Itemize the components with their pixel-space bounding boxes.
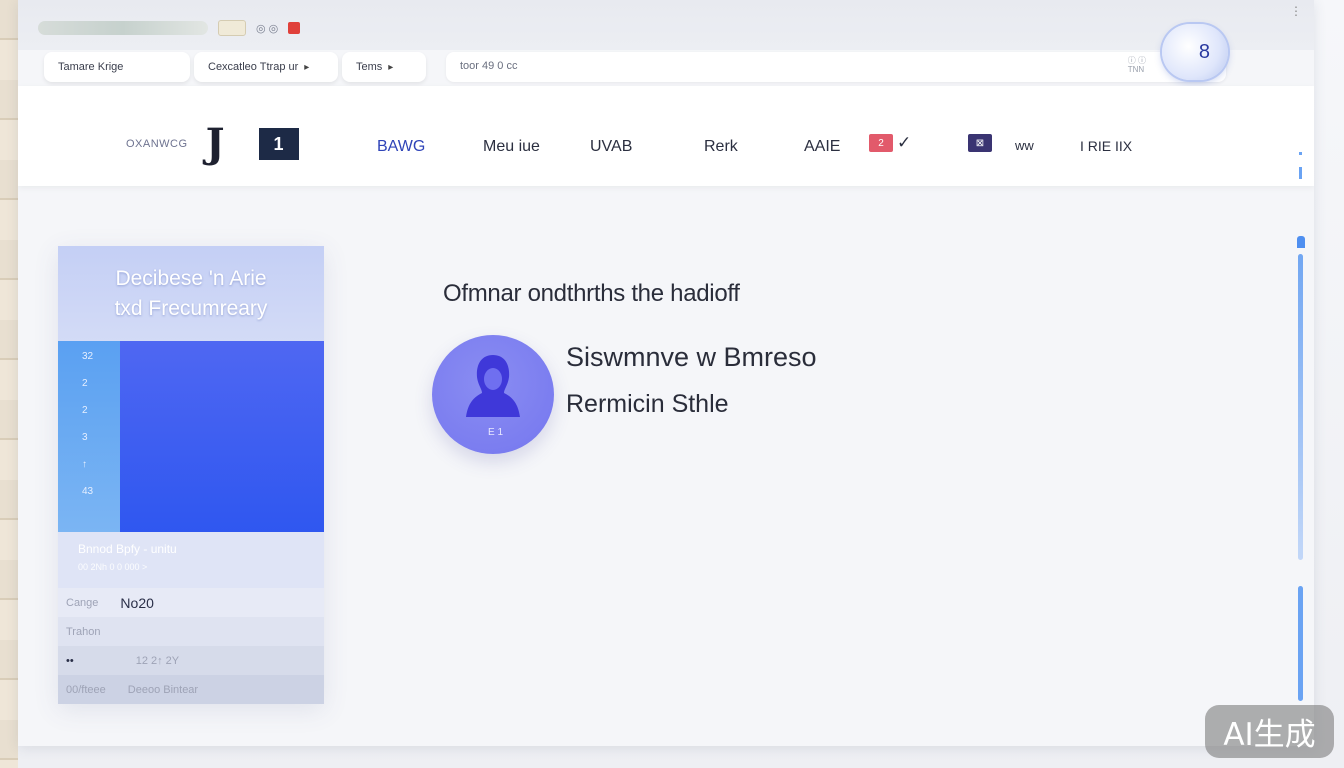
card-title-line2: txd Frecumreary [114, 296, 268, 320]
check-icon[interactable]: ✓ [897, 133, 911, 153]
chevron-right-icon: ▸ [388, 61, 394, 73]
card-row-value: Deeoo Bintear [127, 683, 199, 696]
scrollbar-up-arrow[interactable] [1297, 236, 1305, 248]
chart-tick-label: 43 [82, 486, 94, 497]
nav-item-1[interactable]: BAWG [377, 138, 425, 156]
bookmark-tab-2[interactable]: Cexcatleo Ttrap ur ▸ [194, 52, 338, 82]
card-row-label: Cange [66, 596, 99, 609]
summary-card: Decibese 'n Arie txd Frecumreary 32 2 2 3 ↑ 4… [58, 246, 324, 704]
card-info-subtitle: 00 2Nh 0 0 000 > [78, 562, 148, 572]
card-row[interactable]: •• 12 2↑ 2Y [58, 646, 324, 675]
bookmark-label: Tems [356, 61, 383, 73]
brand-mark: J [205, 120, 225, 167]
url-bar[interactable]: toor 49 0 cc ⓘ ⓘ TNN [446, 52, 1226, 82]
ai-watermark: AI生成 [1205, 705, 1334, 758]
card-chart: 32 2 2 3 ↑ 43 [58, 341, 324, 532]
nav-item-4[interactable]: Rerk [704, 138, 738, 156]
browser-window: ◎ ◎ ⋮ Tamare Krige Cexcatleo Ttrap ur ▸ … [18, 0, 1314, 746]
chart-tick-label: 3 [82, 432, 88, 443]
bookmark-tab-1[interactable]: Tamare Krige [44, 52, 190, 82]
card-info-title: Bnnod Bpfy - unitu [78, 542, 177, 556]
scrollbar-thumb[interactable] [1298, 254, 1303, 560]
card-info: Bnnod Bpfy - unitu 00 2Nh 0 0 000 > [58, 532, 324, 588]
avatar-label: E 1 [488, 427, 504, 438]
tab-chip[interactable] [218, 20, 246, 36]
avatar[interactable]: E 1 [432, 335, 554, 454]
bookmark-tab-3[interactable]: Tems ▸ [342, 52, 426, 82]
card-row-value: 12 2↑ 2Y [135, 654, 180, 667]
scrollbar[interactable] [1297, 236, 1305, 706]
extension-button[interactable]: 8 [1162, 24, 1228, 80]
card-row-label: •• [66, 654, 74, 667]
tab-favicons: ◎ ◎ [38, 20, 301, 36]
scrollbar-thumb-secondary[interactable] [1298, 586, 1303, 701]
address-row: Tamare Krige Cexcatleo Ttrap ur ▸ Tems ▸… [18, 50, 1314, 86]
brand-logo[interactable]: OXANWCG J 1 [126, 124, 299, 164]
chart-tick-label: ↑ [82, 459, 87, 470]
person-role: Rermicin Sthle [566, 390, 729, 418]
chevron-right-icon: ▸ [304, 61, 310, 73]
card-header: Decibese 'n Arie txd Frecumreary [58, 246, 324, 341]
brand-name: OXANWCG [126, 138, 188, 150]
person-icon [466, 355, 520, 417]
nav-flag-icon[interactable]: ⊠ [968, 134, 992, 152]
card-row-label: Trahon [66, 625, 101, 638]
site-header: OXANWCG J 1 BAWG Meu iue UVAB Rerk AAIE … [18, 86, 1314, 186]
nav-item-5[interactable]: AAIE [804, 138, 840, 156]
tab-title-blur[interactable] [38, 21, 208, 35]
card-row-label: 00/fteee [66, 683, 106, 696]
red-tab-icon[interactable] [288, 22, 301, 34]
chart-tick-label: 2 [82, 405, 88, 416]
nav-item-7[interactable]: I RIE IIX [1080, 138, 1132, 154]
window-menu-icon[interactable]: ⋮ [1290, 4, 1302, 18]
card-row[interactable]: Trahon [58, 617, 324, 646]
url-hint-line: ⓘ ⓘ [1127, 56, 1146, 65]
person-name: Siswmnve w Bmreso [566, 342, 817, 372]
url-hint-line: TNN [1127, 65, 1145, 74]
card-title-line1: Decibese 'n Arie [115, 266, 267, 290]
extension-badge: 8 [1198, 40, 1210, 63]
url-hint: ⓘ ⓘ TNN [1128, 56, 1146, 74]
nav-badge-icon[interactable]: 2 [869, 134, 893, 152]
card-row[interactable]: 00/fteee Deeoo Bintear [58, 675, 324, 704]
card-row-value: No20 [120, 594, 154, 611]
brand-box-icon: 1 [258, 128, 299, 160]
tab-favicon-text: ◎ ◎ [256, 22, 279, 35]
chart-tick-label: 2 [82, 378, 88, 389]
bookmark-label: Tamare Krige [58, 61, 124, 73]
chart-plot [120, 341, 324, 532]
bookmark-label: Cexcatleo Ttrap ur [208, 61, 299, 73]
tab-strip: ◎ ◎ ⋮ [18, 0, 1314, 50]
nav-item-6[interactable]: ww [1015, 138, 1034, 153]
card-row[interactable]: Cange No20 [58, 588, 324, 617]
chart-y-axis: 32 2 2 3 ↑ 43 [58, 341, 120, 532]
nav-item-3[interactable]: UVAB [590, 138, 632, 156]
header-scroll-indicator [1299, 152, 1302, 182]
background-photo-strip [0, 0, 18, 768]
page-title: Ofmnar ondthrths the hadioff [443, 280, 740, 307]
chart-bar [120, 341, 324, 532]
chart-tick-label: 32 [82, 351, 94, 362]
url-text: toor 49 0 cc [460, 60, 518, 72]
nav-item-2[interactable]: Meu iue [483, 138, 540, 156]
